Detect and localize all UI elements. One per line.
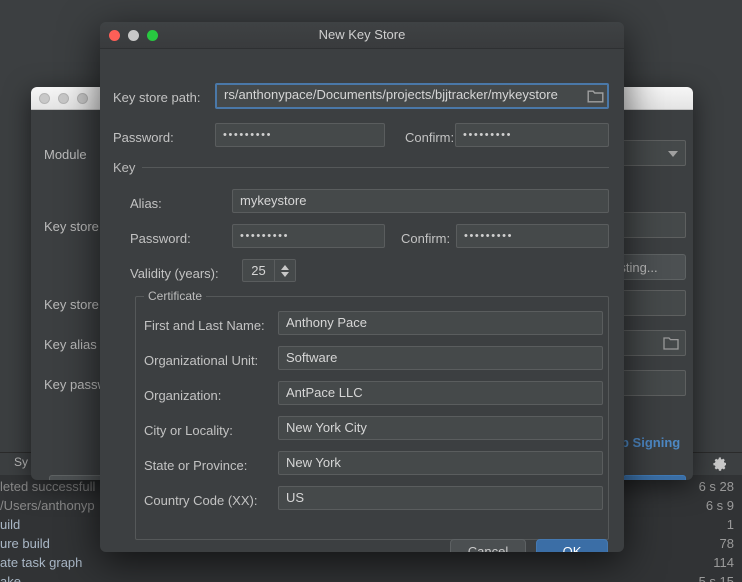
modal-titlebar: New Key Store	[100, 22, 624, 49]
first-and-last-name-input[interactable]: Anthony Pace	[278, 311, 603, 335]
timing-value: 6 s 9	[705, 498, 734, 513]
key-alias-input[interactable]: mykeystore	[232, 189, 609, 213]
minimize-button[interactable]	[58, 93, 69, 104]
validity-stepper-buttons[interactable]	[274, 260, 295, 281]
console-line: ake	[0, 574, 21, 582]
bg-label-key-store-path: Key store	[44, 219, 99, 234]
timing-value: 114	[713, 555, 734, 570]
key-confirm-label: Confirm:	[401, 231, 451, 246]
gear-icon[interactable]	[712, 456, 728, 472]
console-tab-sync[interactable]: Sy	[14, 455, 28, 469]
cancel-button[interactable]: Cancel	[450, 539, 526, 552]
first-and-last-name-label: First and Last Name:	[144, 318, 265, 333]
state-or-province-input[interactable]: New York	[278, 451, 603, 475]
key-store-path-input[interactable]: rs/anthonypace/Documents/projects/bjjtra…	[215, 83, 609, 109]
key-alias-label: Alias:	[130, 196, 162, 211]
next-button[interactable]: Next	[623, 475, 686, 480]
store-password-label: Password:	[113, 130, 174, 145]
folder-icon[interactable]	[663, 336, 679, 350]
background-traffic-lights	[39, 93, 88, 104]
console-timing-column: 6 s 28 6 s 9 1 78 114 5 s 15	[699, 477, 734, 582]
store-password-input[interactable]: •••••••••	[215, 123, 385, 147]
city-or-locality-input[interactable]: New York City	[278, 416, 603, 440]
validity-label: Validity (years):	[130, 266, 219, 281]
city-or-locality-label: City or Locality:	[144, 423, 233, 438]
key-group-divider	[142, 167, 609, 168]
key-store-path-label: Key store path:	[113, 90, 201, 105]
organization-input[interactable]: AntPace LLC	[278, 381, 603, 405]
organization-label: Organization:	[144, 388, 222, 403]
app-signing-link[interactable]: p Signing	[621, 435, 680, 450]
certificate-legend: Certificate	[144, 289, 207, 303]
key-confirm-input[interactable]: •••••••••	[456, 224, 609, 248]
store-confirm-input[interactable]: •••••••••	[455, 123, 609, 147]
bg-label-key-store-password: Key store	[44, 297, 99, 312]
key-group-title: Key	[113, 160, 136, 175]
timing-value: 5 s 15	[698, 574, 734, 582]
organizational-unit-label: Organizational Unit:	[144, 353, 259, 368]
timing-value: 6 s 28	[698, 479, 734, 494]
key-password-input[interactable]: •••••••••	[232, 224, 385, 248]
console-line: ate task graph	[0, 555, 83, 570]
new-key-store-dialog: New Key Store Key store path: rs/anthony…	[100, 22, 624, 552]
ok-button[interactable]: OK	[536, 539, 608, 552]
validity-value: 25	[251, 263, 266, 278]
modal-body: Key store path: rs/anthonypace/Documents…	[100, 49, 624, 552]
country-code-input[interactable]: US	[278, 486, 603, 510]
key-store-path-field-wrap: rs/anthonypace/Documents/projects/bjjtra…	[215, 83, 609, 109]
screen-root: Sy leted successfull /Users/anthonyp uil…	[0, 0, 742, 582]
validity-stepper[interactable]: 25	[242, 259, 296, 282]
chevron-up-icon[interactable]	[281, 264, 289, 270]
zoom-button[interactable]	[77, 93, 88, 104]
bg-label-module: Module	[44, 147, 87, 162]
bg-label-key-alias: Key alias	[44, 337, 97, 352]
bg-label-key-password: Key passw	[44, 377, 107, 392]
chevron-down-icon	[668, 151, 678, 157]
timing-value: 1	[726, 517, 734, 532]
modal-title: New Key Store	[318, 27, 406, 42]
key-password-label: Password:	[130, 231, 191, 246]
state-or-province-label: State or Province:	[144, 458, 248, 473]
timing-value: 78	[719, 536, 734, 551]
country-code-label: Country Code (XX):	[144, 493, 258, 508]
organizational-unit-input[interactable]: Software	[278, 346, 603, 370]
close-button[interactable]	[39, 93, 50, 104]
folder-icon[interactable]	[587, 89, 604, 103]
store-confirm-label: Confirm:	[405, 130, 455, 145]
chevron-down-icon[interactable]	[281, 271, 289, 277]
